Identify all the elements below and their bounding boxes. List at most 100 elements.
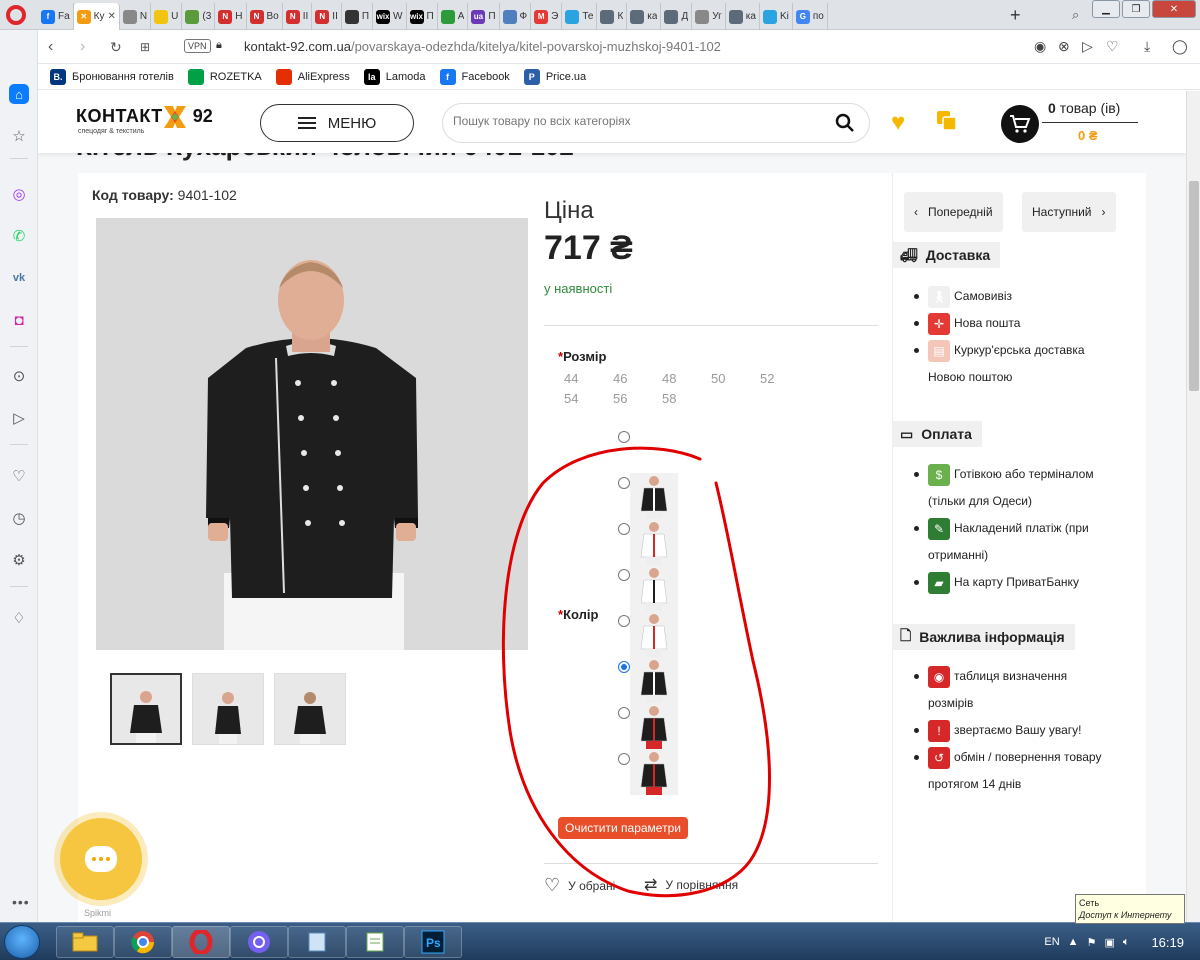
color-radio-none[interactable] bbox=[618, 431, 630, 443]
color-radio[interactable] bbox=[618, 523, 630, 535]
vk-icon[interactable]: vk bbox=[9, 268, 29, 288]
color-radio[interactable] bbox=[618, 661, 630, 673]
info-item[interactable]: ↺ обмін / повернення товару протягом 14 д… bbox=[914, 744, 1114, 798]
color-swatch[interactable] bbox=[630, 611, 678, 657]
browser-tab[interactable]: f Fa bbox=[38, 3, 74, 30]
color-swatch[interactable] bbox=[630, 657, 678, 703]
wishlist-heart-icon[interactable]: ♥ bbox=[891, 109, 905, 137]
cart-icon[interactable] bbox=[1001, 105, 1039, 143]
color-swatch[interactable] bbox=[630, 565, 678, 611]
color-swatch[interactable] bbox=[630, 519, 678, 565]
search-icon[interactable] bbox=[835, 113, 855, 138]
download-icon[interactable]: ⤓ bbox=[1144, 38, 1150, 55]
bookmark-item[interactable]: AliExpress bbox=[275, 68, 350, 85]
star-icon[interactable]: ☆ bbox=[9, 126, 29, 146]
bookmark-item[interactable]: la Lamoda bbox=[363, 68, 426, 85]
notebook-taskbar-icon[interactable] bbox=[288, 926, 346, 958]
browser-tab[interactable]: К bbox=[597, 3, 628, 30]
color-radio[interactable] bbox=[618, 753, 630, 765]
thumbnail-side[interactable] bbox=[192, 673, 264, 745]
messenger-icon[interactable]: ◎ bbox=[9, 184, 29, 204]
chrome-taskbar-icon[interactable] bbox=[114, 926, 172, 958]
player-icon[interactable]: ⊙ bbox=[9, 366, 29, 386]
browser-tab[interactable]: П bbox=[342, 3, 374, 30]
compare-icon[interactable] bbox=[936, 110, 958, 132]
new-tab-icon[interactable]: + bbox=[1010, 5, 1021, 26]
thumbnail-back[interactable] bbox=[274, 673, 346, 745]
size-option[interactable]: 56 bbox=[613, 391, 662, 406]
more-icon[interactable]: ••• bbox=[12, 894, 30, 910]
opera-logo-icon[interactable] bbox=[6, 5, 26, 25]
color-swatch[interactable] bbox=[630, 749, 678, 795]
browser-tab[interactable]: Уг bbox=[692, 3, 726, 30]
clock[interactable]: 16:19 bbox=[1151, 935, 1184, 950]
browser-tab[interactable]: U bbox=[151, 3, 183, 30]
info-item[interactable]: ◉ таблиця визначення розмірів bbox=[914, 663, 1114, 717]
clear-params-button[interactable]: Очистити параметри bbox=[558, 817, 688, 839]
browser-tab[interactable]: N bbox=[120, 3, 152, 30]
color-swatch[interactable] bbox=[630, 703, 678, 749]
favorite-heart-icon[interactable]: ♡ bbox=[1106, 38, 1119, 55]
tab-search-icon[interactable]: ⌕ bbox=[1072, 7, 1079, 23]
whatsapp-icon[interactable]: ✆ bbox=[9, 226, 29, 246]
color-radio[interactable] bbox=[618, 615, 630, 627]
lock-icon[interactable]: 🔒︎ bbox=[216, 39, 222, 52]
explorer-taskbar-icon[interactable] bbox=[56, 926, 114, 958]
send-icon[interactable]: ▷ bbox=[1082, 38, 1093, 55]
send-sidebar-icon[interactable]: ▷ bbox=[9, 408, 29, 428]
info-item[interactable]: ! звертаємо Вашу увагу! bbox=[914, 717, 1114, 744]
history-icon[interactable]: ◷ bbox=[9, 508, 29, 528]
menu-button[interactable]: МЕНЮ bbox=[260, 104, 414, 142]
browser-tab[interactable]: Ф bbox=[500, 3, 532, 30]
tray-expand-icon[interactable]: ▲ bbox=[1068, 936, 1079, 948]
reload-icon[interactable]: ↻ bbox=[110, 39, 122, 56]
browser-tab[interactable]: wix П bbox=[407, 3, 438, 30]
heart-icon[interactable]: ♡ bbox=[9, 466, 29, 486]
size-option[interactable]: 52 bbox=[760, 371, 809, 386]
browser-tab[interactable]: Gпо bbox=[793, 3, 828, 30]
browser-tab[interactable]: NН bbox=[215, 3, 247, 30]
add-to-compare[interactable]: ⇄ У порівняння bbox=[644, 875, 738, 895]
browser-tab[interactable]: Те bbox=[562, 3, 598, 30]
size-option[interactable]: 46 bbox=[613, 371, 662, 386]
site-logo[interactable]: КОНТАКТ 92 спецодяг & текстиль bbox=[76, 106, 213, 140]
start-button-icon[interactable] bbox=[4, 925, 40, 959]
prev-product-button[interactable]: ‹ Попередній bbox=[904, 192, 1003, 232]
bookmark-item[interactable]: ROZETKA bbox=[187, 68, 262, 85]
instagram-icon[interactable]: ◘ bbox=[9, 310, 29, 330]
browser-tab[interactable]: N Во bbox=[247, 3, 283, 30]
viber-taskbar-icon[interactable] bbox=[230, 926, 288, 958]
settings-icon[interactable]: ⚙ bbox=[9, 550, 29, 570]
chat-widget-button[interactable] bbox=[60, 818, 142, 900]
bookmark-item[interactable]: P Price.ua bbox=[523, 68, 586, 85]
search-input[interactable] bbox=[453, 114, 823, 128]
lightbulb-icon[interactable]: ♢ bbox=[9, 608, 29, 628]
opera-taskbar-icon[interactable] bbox=[172, 926, 230, 958]
restore-icon[interactable]: ❐ bbox=[1122, 0, 1150, 18]
browser-tab[interactable]: ✕ Ку ✕ bbox=[73, 3, 120, 30]
browser-tab[interactable]: А bbox=[438, 3, 469, 30]
forward-icon[interactable]: › bbox=[80, 38, 85, 56]
size-option[interactable]: 50 bbox=[711, 371, 760, 386]
browser-tab[interactable]: N ІІ bbox=[312, 3, 342, 30]
cart-count[interactable]: 0 товар (ів) bbox=[1048, 100, 1120, 116]
browser-tab[interactable]: (3 bbox=[182, 3, 216, 30]
tab-close-icon[interactable]: ✕ bbox=[108, 11, 116, 22]
browser-tab[interactable]: ua П bbox=[468, 3, 500, 30]
browser-tab[interactable]: N ІІ bbox=[283, 3, 313, 30]
browser-tab[interactable]: MЭ bbox=[531, 3, 563, 30]
close-window-icon[interactable]: ✕ bbox=[1152, 0, 1196, 18]
speed-dial-icon[interactable]: ⊞ bbox=[140, 40, 150, 54]
add-to-wishlist[interactable]: ♡ У обрані bbox=[544, 875, 615, 896]
browser-tab[interactable]: ка bbox=[726, 3, 760, 30]
url-field[interactable]: kontakt-92.com.ua/povarskaya-odezhda/kit… bbox=[244, 39, 721, 54]
thumbnail-front[interactable] bbox=[110, 673, 182, 745]
page-scrollbar[interactable] bbox=[1186, 91, 1200, 922]
browser-tab[interactable]: Д bbox=[661, 3, 693, 30]
next-product-button[interactable]: Наступний › bbox=[1022, 192, 1116, 232]
color-radio[interactable] bbox=[618, 707, 630, 719]
home-icon[interactable]: ⌂ bbox=[9, 84, 29, 104]
adblock-icon[interactable]: ⊗ bbox=[1058, 38, 1070, 55]
browser-tab[interactable]: ка bbox=[627, 3, 662, 30]
color-swatch[interactable] bbox=[630, 473, 678, 519]
